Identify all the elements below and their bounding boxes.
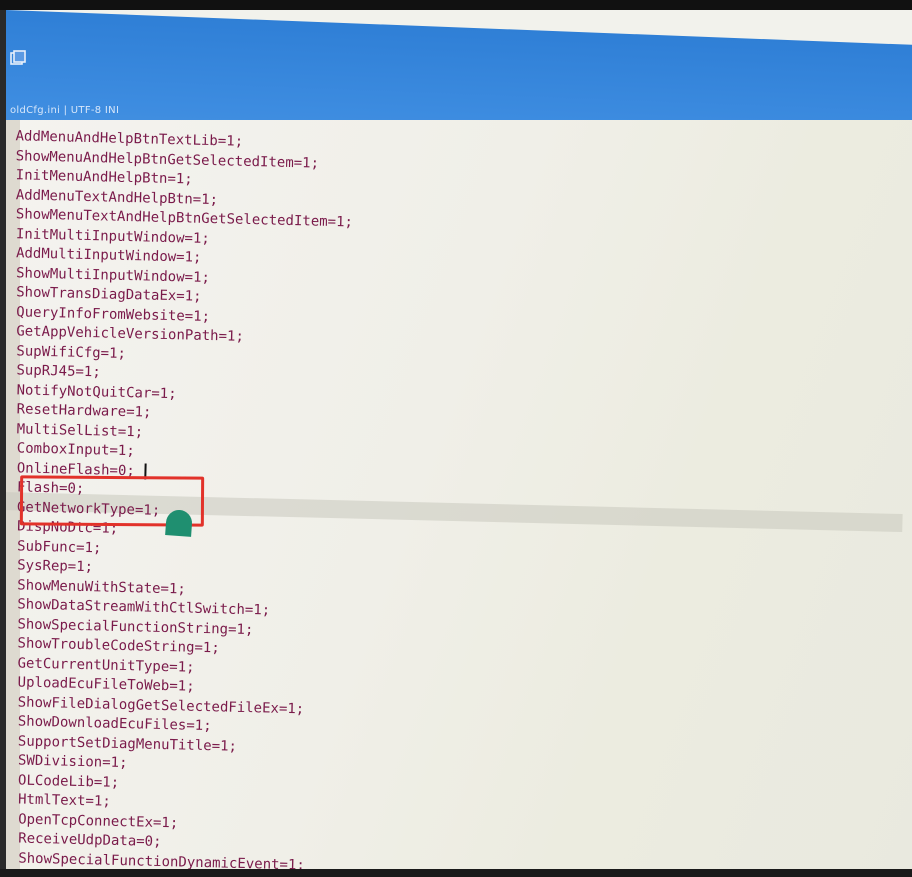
code-line[interactable]: SupRJ45=1; [16, 360, 101, 382]
code-line[interactable]: SubFunc=1; [17, 536, 102, 558]
text-selection-handle[interactable] [165, 509, 193, 537]
code-line[interactable]: SysRep=1; [17, 555, 93, 577]
screen-bezel-bottom [0, 869, 912, 877]
device-screen: oldCfg.ini | UTF-8 INI AddMenuAndHelpBtn… [6, 10, 912, 877]
app-window-icon[interactable] [10, 50, 26, 66]
file-status-bar: oldCfg.ini | UTF-8 INI [10, 105, 120, 116]
